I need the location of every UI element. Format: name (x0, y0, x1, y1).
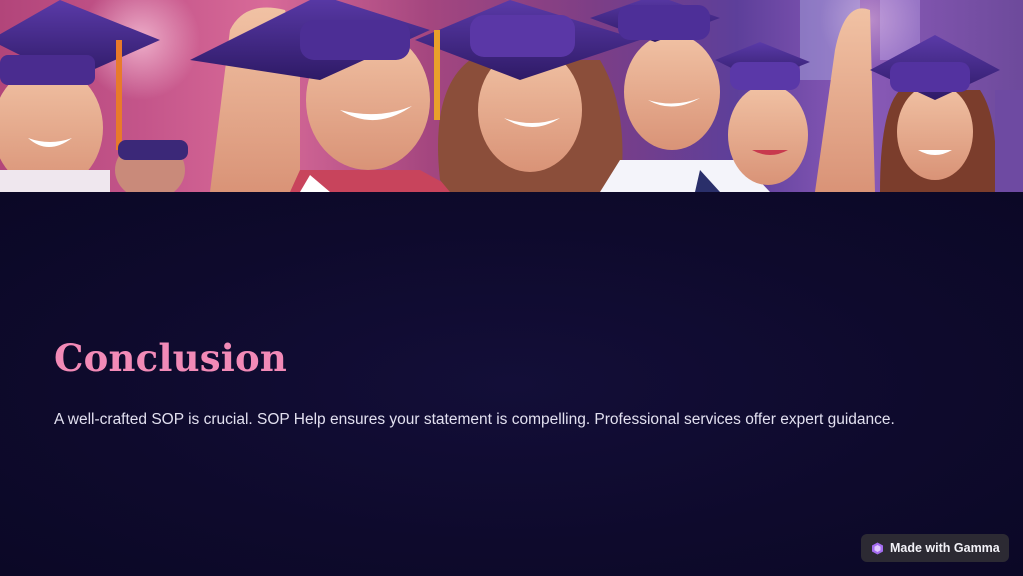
slide-title: Conclusion (54, 336, 287, 380)
presentation-slide: Conclusion A well-crafted SOP is crucial… (0, 0, 1023, 576)
badge-label: Made with Gamma (890, 541, 1000, 555)
gamma-logo-icon (871, 542, 884, 555)
graduates-illustration (0, 0, 1023, 192)
graduates-hero-image (0, 0, 1023, 192)
made-with-gamma-badge[interactable]: Made with Gamma (861, 534, 1009, 562)
slide-body-text: A well-crafted SOP is crucial. SOP Help … (54, 411, 895, 428)
content-area (0, 192, 1023, 576)
